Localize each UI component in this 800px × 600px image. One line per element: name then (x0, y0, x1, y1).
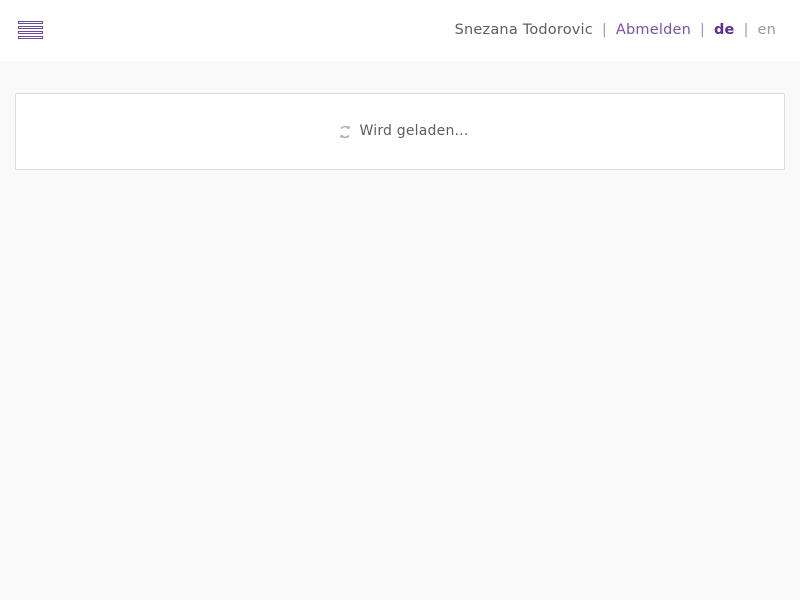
user-name: Snezana Todorovic (454, 22, 593, 38)
nav-separator: | (700, 22, 705, 38)
nav-separator: | (743, 22, 749, 38)
menu-bar-line (18, 36, 43, 39)
logout-link[interactable]: Abmelden (616, 22, 691, 38)
loading-panel: Wird geladen... (15, 93, 785, 170)
hamburger-menu-icon[interactable] (18, 21, 44, 40)
language-en-link[interactable]: en (757, 22, 776, 38)
nav-separator: | (601, 22, 607, 38)
loading-indicator: Wird geladen... (16, 121, 784, 141)
user-navigation: Snezana Todorovic | Abmelden | de | en (455, 20, 776, 40)
spinner-icon (338, 124, 352, 139)
menu-bar-line (18, 26, 43, 29)
top-bar: Snezana Todorovic | Abmelden | de | en (0, 0, 800, 61)
loading-text: Wird geladen... (359, 123, 469, 139)
menu-bar-line (18, 21, 43, 24)
menu-bar-line (18, 31, 43, 34)
language-de-link[interactable]: de (714, 22, 735, 38)
